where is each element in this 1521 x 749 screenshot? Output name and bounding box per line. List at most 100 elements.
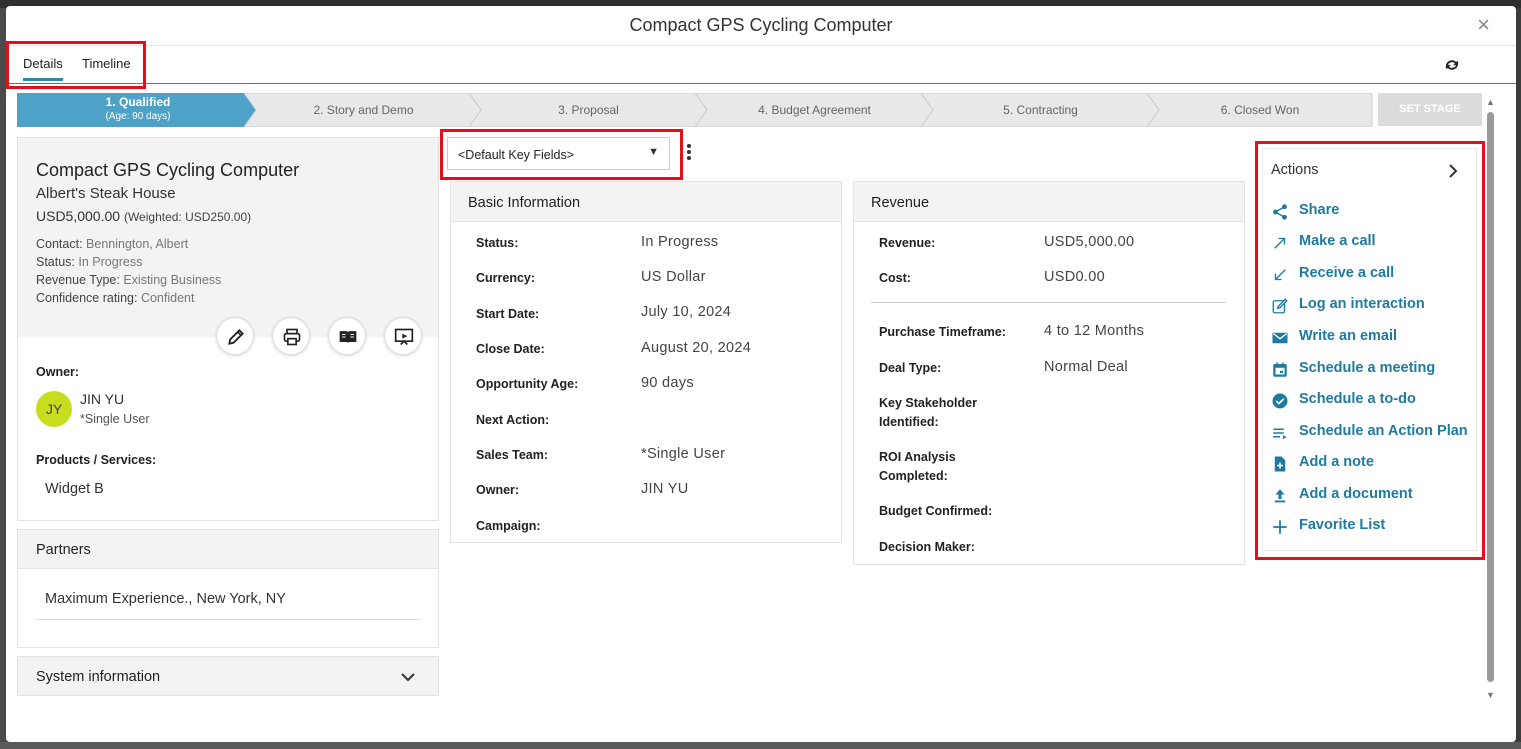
basic-information-header: Basic Information bbox=[451, 182, 841, 222]
product-item[interactable]: Widget B bbox=[45, 481, 104, 497]
summary-status: Status: In Progress bbox=[36, 255, 143, 269]
products-label: Products / Services: bbox=[36, 453, 157, 467]
key-fields-value: <Default Key Fields> bbox=[458, 148, 575, 162]
summary-contact: Contact: Bennington, Albert bbox=[36, 237, 189, 251]
partner-item[interactable]: Maximum Experience., New York, NY bbox=[45, 591, 286, 607]
share-icon bbox=[1273, 204, 1287, 220]
email-icon bbox=[1272, 332, 1288, 344]
summary-confidence: Confidence rating: Confident bbox=[36, 291, 195, 305]
field-label-close-date: Close Date: bbox=[476, 342, 545, 356]
opportunity-summary-card: Compact GPS Cycling Computer Albert's St… bbox=[17, 137, 439, 521]
action-receive-call[interactable]: Receive a call bbox=[1271, 263, 1471, 285]
close-button[interactable]: × bbox=[1477, 14, 1490, 36]
field-value-close-date: August 20, 2024 bbox=[641, 340, 752, 356]
field-label-sales-team: Sales Team: bbox=[476, 448, 549, 462]
action-schedule-todo[interactable]: Schedule a to-do bbox=[1271, 389, 1471, 411]
owner-name[interactable]: JIN YU bbox=[80, 391, 124, 407]
more-options-icon[interactable] bbox=[686, 144, 692, 164]
action-schedule-action-plan[interactable]: Schedule an Action Plan bbox=[1271, 421, 1471, 443]
action-favorite-list[interactable]: Favorite List bbox=[1271, 515, 1471, 537]
partners-header: Partners bbox=[17, 529, 439, 569]
action-share[interactable]: Share bbox=[1271, 200, 1471, 222]
field-label-opportunity-age: Opportunity Age: bbox=[476, 377, 579, 391]
partners-title: Partners bbox=[36, 542, 91, 558]
owner-label: Owner: bbox=[36, 365, 80, 379]
field-label-deal-type: Deal Type: bbox=[879, 361, 942, 375]
revenue-card: Revenue Revenue: USD5,000.00 Cost: USD0.… bbox=[853, 181, 1245, 565]
upload-icon bbox=[1274, 489, 1286, 503]
sales-stage-bar: 1. Qualified (Age: 90 days) 2. Story and… bbox=[17, 93, 1373, 127]
scrollbar-thumb[interactable] bbox=[1487, 112, 1494, 682]
list-icon bbox=[1273, 428, 1287, 439]
system-information-title: System information bbox=[36, 669, 161, 685]
revenue-title: Revenue bbox=[871, 195, 930, 211]
background-app-footer bbox=[0, 742, 1521, 749]
open-book-icon bbox=[339, 331, 357, 344]
account-link[interactable]: Albert's Steak House bbox=[36, 185, 176, 202]
field-label-decision-maker: Decision Maker: bbox=[879, 540, 975, 554]
tab-bar: Details Timeline bbox=[6, 46, 1516, 84]
field-value-status: In Progress bbox=[641, 234, 719, 250]
field-label-roi-analysis: ROI Analysis Completed: bbox=[879, 450, 956, 483]
key-fields-select[interactable]: <Default Key Fields> ▼ bbox=[447, 137, 670, 170]
presentation-button[interactable] bbox=[384, 317, 422, 355]
field-label-status: Status: bbox=[476, 236, 519, 250]
stage-closed-won[interactable]: 6. Closed Won bbox=[1147, 93, 1373, 127]
action-add-document[interactable]: Add a document bbox=[1271, 484, 1471, 506]
tab-details[interactable]: Details bbox=[23, 56, 63, 81]
action-add-note[interactable]: Add a note bbox=[1271, 452, 1471, 474]
basic-information-title: Basic Information bbox=[468, 195, 581, 211]
stage-proposal[interactable]: 3. Proposal bbox=[469, 93, 708, 127]
print-button[interactable] bbox=[272, 317, 310, 355]
refresh-icon[interactable] bbox=[1442, 55, 1462, 75]
field-label-owner: Owner: bbox=[476, 483, 520, 497]
dialog-title: Compact GPS Cycling Computer bbox=[629, 15, 893, 35]
field-label-next-action: Next Action: bbox=[476, 413, 550, 427]
summary-revenue-type: Revenue Type: Existing Business bbox=[36, 273, 222, 287]
action-make-call[interactable]: Make a call bbox=[1271, 231, 1471, 253]
revenue-header: Revenue bbox=[854, 182, 1244, 222]
stage-story-and-demo[interactable]: 2. Story and Demo bbox=[244, 93, 483, 127]
edit-button[interactable] bbox=[216, 317, 254, 355]
basic-information-card: Basic Information Status: In Progress Cu… bbox=[450, 181, 842, 543]
divider bbox=[35, 619, 421, 620]
action-schedule-meeting[interactable]: Schedule a meeting bbox=[1271, 358, 1471, 380]
scroll-down-arrow[interactable]: ▼ bbox=[1486, 690, 1495, 700]
outgoing-call-icon bbox=[1274, 237, 1286, 249]
set-stage-button[interactable]: SET STAGE bbox=[1378, 93, 1482, 126]
dialog-header: Compact GPS Cycling Computer × bbox=[6, 6, 1516, 46]
action-write-email[interactable]: Write an email bbox=[1271, 326, 1471, 348]
stage-qualified[interactable]: 1. Qualified (Age: 90 days) bbox=[17, 93, 259, 127]
plus-icon bbox=[1273, 520, 1287, 534]
stage-contracting[interactable]: 5. Contracting bbox=[921, 93, 1160, 127]
field-value-owner: JIN YU bbox=[641, 481, 689, 497]
field-value-sales-team: *Single User bbox=[641, 446, 726, 462]
field-label-purchase-timeframe: Purchase Timeframe: bbox=[879, 325, 1006, 339]
scroll-up-arrow[interactable]: ▲ bbox=[1486, 97, 1495, 107]
field-value-deal-type: Normal Deal bbox=[1044, 359, 1128, 375]
avatar: JY bbox=[36, 391, 72, 427]
stage-budget-agreement[interactable]: 4. Budget Agreement bbox=[695, 93, 934, 127]
tab-timeline[interactable]: Timeline bbox=[82, 56, 131, 71]
amount-value: USD5,000.00 bbox=[36, 208, 121, 224]
summary-title: Compact GPS Cycling Computer bbox=[36, 160, 300, 180]
system-information-header[interactable]: System information bbox=[17, 656, 439, 696]
field-label-cost: Cost: bbox=[879, 271, 911, 285]
chevron-down-icon[interactable] bbox=[400, 669, 416, 685]
playbook-button[interactable] bbox=[328, 317, 366, 355]
caret-down-icon: ▼ bbox=[648, 146, 659, 158]
field-label-start-date: Start Date: bbox=[476, 307, 540, 321]
chevron-right-icon[interactable] bbox=[1446, 163, 1460, 179]
divider bbox=[871, 302, 1226, 303]
field-value-start-date: July 10, 2024 bbox=[641, 304, 732, 320]
calendar-icon bbox=[1273, 362, 1287, 377]
field-label-currency: Currency: bbox=[476, 271, 536, 285]
action-log-interaction[interactable]: Log an interaction bbox=[1271, 294, 1471, 316]
actions-panel: Actions Share Make a call Receive a call… bbox=[1262, 148, 1477, 551]
check-circle-icon bbox=[1272, 393, 1288, 409]
weighted-amount: (Weighted: USD250.00) bbox=[123, 210, 252, 224]
incoming-call-icon bbox=[1274, 269, 1286, 281]
owner-team: *Single User bbox=[80, 412, 150, 426]
field-value-opportunity-age: 90 days bbox=[641, 375, 694, 391]
actions-title: Actions bbox=[1271, 162, 1319, 178]
